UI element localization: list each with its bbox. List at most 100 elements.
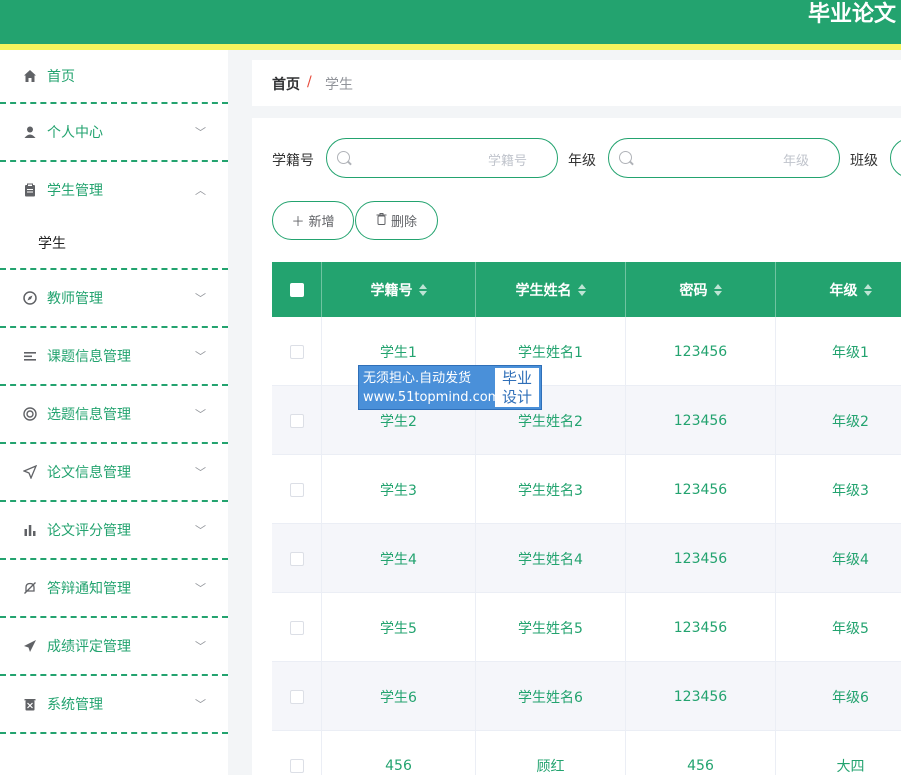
cell-password: 123456 <box>626 386 776 455</box>
sidebar-subitem-label: 学生 <box>38 236 66 252</box>
breadcrumb-home[interactable]: 首页 <box>272 74 300 94</box>
column-header-student-name[interactable]: 学生姓名 <box>476 262 626 317</box>
filter-label-grade: 年级 <box>568 153 596 169</box>
row-checkbox[interactable] <box>289 344 304 359</box>
cell-password: 123456 <box>626 455 776 524</box>
chevron-down-icon: ﹀ <box>195 408 206 421</box>
filter-label-class: 班级 <box>850 153 878 169</box>
sidebar-subitem-student[interactable]: 学生 <box>0 218 228 270</box>
column-header-student-id[interactable]: 学籍号 <box>322 262 476 317</box>
table-header: 学籍号 学生姓名 密码 年级 <box>272 262 901 317</box>
sidebar: 首页 个人中心 ﹀ 学生管理 ︿ 学生 教师管理 ﹀ 课题信息管理 ﹀ 选题信息… <box>0 50 228 775</box>
table-row[interactable]: 456 顾红 456 大四 <box>272 731 901 775</box>
sidebar-item-system-management[interactable]: 系统管理 ﹀ <box>0 676 228 734</box>
watermark-tag: 毕业 设计 <box>495 368 539 407</box>
sidebar-item-grade-evaluation[interactable]: 成绩评定管理 ﹀ <box>0 618 228 676</box>
sort-icon[interactable] <box>713 283 722 296</box>
chevron-down-icon: ﹀ <box>195 698 206 711</box>
chevron-down-icon: ﹀ <box>195 582 206 595</box>
cell-student-id: 学生6 <box>322 662 476 731</box>
cell-password: 123456 <box>626 662 776 731</box>
delete-button-label: 删除 <box>390 215 417 230</box>
table-row[interactable]: 学生4 学生姓名4 123456 年级4 <box>272 524 901 593</box>
row-checkbox-cell <box>272 731 322 775</box>
grade-input[interactable]: 年级 <box>608 138 840 178</box>
row-checkbox[interactable] <box>289 482 304 497</box>
row-checkbox[interactable] <box>289 689 304 704</box>
cell-student-name: 顾红 <box>476 731 626 775</box>
input-placeholder: 年级 <box>782 154 809 169</box>
sidebar-item-paper-info[interactable]: 论文信息管理 ﹀ <box>0 444 228 502</box>
row-checkbox[interactable] <box>289 758 304 773</box>
sidebar-item-teacher-management[interactable]: 教师管理 ﹀ <box>0 270 228 328</box>
row-checkbox[interactable] <box>289 620 304 635</box>
sidebar-item-label: 成绩评定管理 <box>47 639 131 655</box>
cell-student-id: 学生4 <box>322 524 476 593</box>
table-row[interactable]: 学生5 学生姓名5 123456 年级5 <box>272 593 901 662</box>
sidebar-item-label: 论文信息管理 <box>47 465 131 481</box>
select-all-checkbox[interactable] <box>289 282 304 297</box>
class-input[interactable] <box>890 138 901 178</box>
chevron-down-icon: ﹀ <box>195 524 206 537</box>
sort-icon[interactable] <box>418 283 427 296</box>
lifebuoy-icon <box>22 406 38 422</box>
column-header-password[interactable]: 密码 <box>626 262 776 317</box>
sidebar-item-label: 课题信息管理 <box>47 349 131 365</box>
breadcrumb-separator: / <box>307 74 312 90</box>
cell-grade: 年级5 <box>776 593 901 662</box>
sidebar-item-personal-center[interactable]: 个人中心 ﹀ <box>0 104 228 162</box>
sidebar-item-topic-info[interactable]: 课题信息管理 ﹀ <box>0 328 228 386</box>
row-checkbox[interactable] <box>289 551 304 566</box>
table-row[interactable]: 学生6 学生姓名6 123456 年级6 <box>272 662 901 731</box>
trash-icon <box>376 212 387 229</box>
user-icon <box>22 124 38 140</box>
trash-icon <box>22 696 38 712</box>
cell-grade: 年级3 <box>776 455 901 524</box>
sidebar-item-paper-scoring[interactable]: 论文评分管理 ﹀ <box>0 502 228 560</box>
sort-icon[interactable] <box>863 283 872 296</box>
watermark-tag2: 设计 <box>501 388 532 406</box>
sidebar-item-label: 选题信息管理 <box>47 407 131 423</box>
sidebar-item-label: 教师管理 <box>47 291 103 307</box>
row-checkbox-cell <box>272 455 322 524</box>
home-icon <box>22 68 38 84</box>
sidebar-item-label: 个人中心 <box>47 125 103 141</box>
search-icon <box>619 151 632 164</box>
sort-icon[interactable] <box>577 283 586 296</box>
add-button-label: 新增 <box>308 215 335 230</box>
chevron-down-icon: ﹀ <box>195 126 206 139</box>
column-header-grade[interactable]: 年级 <box>776 262 901 317</box>
sidebar-item-label: 论文评分管理 <box>47 523 131 539</box>
delete-button[interactable]: 删除 <box>355 201 438 240</box>
chevron-up-icon: ︿ <box>195 184 206 197</box>
bar-chart-icon <box>22 522 38 538</box>
student-id-input[interactable]: 学籍号 <box>326 138 558 178</box>
filter-label-student-id: 学籍号 <box>272 153 314 169</box>
add-button[interactable]: ＋ 新增 <box>272 201 354 240</box>
sidebar-item-defense-notice[interactable]: 答辩通知管理 ﹀ <box>0 560 228 618</box>
compass-icon <box>22 290 38 306</box>
row-checkbox[interactable] <box>289 413 304 428</box>
cell-grade: 年级6 <box>776 662 901 731</box>
input-placeholder: 学籍号 <box>487 154 527 169</box>
row-checkbox-cell <box>272 662 322 731</box>
send-icon <box>22 464 38 480</box>
sidebar-item-label: 学生管理 <box>47 183 103 199</box>
sidebar-item-selection-info[interactable]: 选题信息管理 ﹀ <box>0 386 228 444</box>
row-checkbox-cell <box>272 524 322 593</box>
search-icon <box>337 151 350 164</box>
chevron-down-icon: ﹀ <box>195 466 206 479</box>
watermark-tag1: 毕业 <box>501 369 532 387</box>
watermark-line2: www.51topmind.com <box>363 390 501 405</box>
header-label: 密码 <box>679 282 708 299</box>
table-row[interactable]: 学生3 学生姓名3 123456 年级3 <box>272 455 901 524</box>
header-label: 学籍号 <box>370 282 413 299</box>
sidebar-item-student-management[interactable]: 学生管理 ︿ <box>0 162 228 218</box>
watermark-overlay: 无须担心.自动发货 www.51topmind.com 毕业 设计 <box>358 365 542 410</box>
sidebar-item-home[interactable]: 首页 <box>0 50 228 104</box>
cell-grade: 年级2 <box>776 386 901 455</box>
cell-student-name: 学生姓名6 <box>476 662 626 731</box>
cell-student-id: 学生5 <box>322 593 476 662</box>
cell-grade: 年级1 <box>776 317 901 386</box>
sidebar-item-label: 答辩通知管理 <box>47 581 131 597</box>
